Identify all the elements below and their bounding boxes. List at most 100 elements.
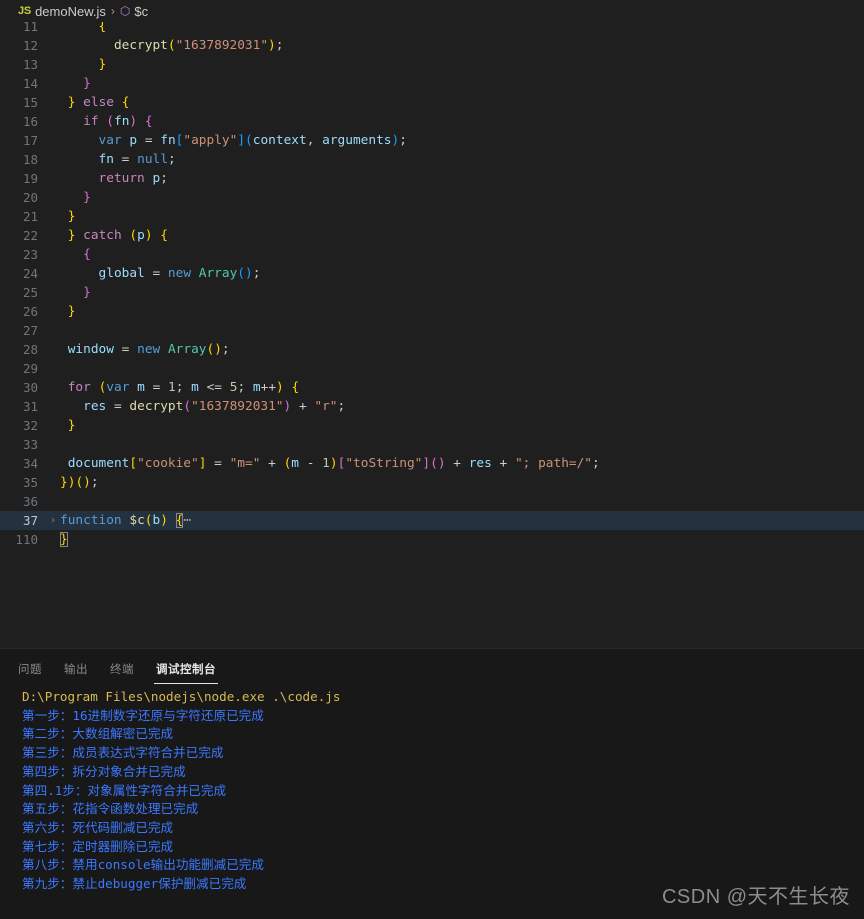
- line-content: {: [83, 247, 91, 262]
- breadcrumb-file-label: demoNew.js: [35, 3, 106, 19]
- chevron-right-icon: ›: [110, 4, 115, 18]
- line-number: 31: [22, 399, 38, 414]
- code-line[interactable]: 26 }: [0, 302, 864, 321]
- code-line[interactable]: 11 {: [0, 22, 864, 36]
- console-line: 第五步：花指令函数处理已完成: [22, 801, 199, 817]
- code-line[interactable]: 27: [0, 321, 864, 340]
- line-number: 36: [22, 494, 38, 509]
- line-content: {: [98, 22, 107, 34]
- panel-tab-bar: 问题 输出 终端 调试控制台: [0, 649, 864, 684]
- line-number: 32: [22, 418, 38, 433]
- code-line[interactable]: 12 decrypt("1637892031");: [0, 36, 864, 55]
- line-number: 15: [22, 95, 38, 110]
- line-number: 12: [22, 38, 38, 53]
- folded-region-ellipsis[interactable]: ⋯: [183, 513, 191, 528]
- line-number: 18: [22, 152, 38, 167]
- console-line: 第八步：禁用console输出功能删减已完成: [22, 857, 264, 873]
- line-content: document["cookie"] = "m=" + (m - 1)["toS…: [67, 456, 600, 471]
- line-content: return p;: [98, 171, 168, 186]
- code-editor[interactable]: 11 { 12 decrypt("1637892031"); 13 } 14 }…: [0, 22, 864, 648]
- code-line[interactable]: 13 }: [0, 55, 864, 74]
- line-number: 110: [15, 532, 38, 547]
- console-line: 第三步：成员表达式字符合并已完成: [22, 745, 224, 761]
- code-line[interactable]: 18 fn = null;: [0, 150, 864, 169]
- line-content: if (fn) {: [83, 114, 153, 129]
- line-number: 29: [22, 361, 38, 376]
- code-line[interactable]: 14 }: [0, 74, 864, 93]
- line-number: 22: [22, 228, 38, 243]
- symbol-function-icon: ⬡: [119, 4, 131, 18]
- line-content: fn = null;: [98, 152, 176, 167]
- code-line[interactable]: 32 }: [0, 416, 864, 435]
- code-line[interactable]: 28 window = new Array();: [0, 340, 864, 359]
- line-number: 13: [22, 57, 38, 72]
- line-content: }: [67, 209, 76, 224]
- line-content: window = new Array();: [67, 342, 230, 357]
- line-content: for (var m = 1; m <= 5; m++) {: [67, 380, 300, 395]
- code-line[interactable]: 36: [0, 492, 864, 511]
- breadcrumb: JS demoNew.js › ⬡ $c: [0, 0, 864, 22]
- code-line[interactable]: 34 document["cookie"] = "m=" + (m - 1)["…: [0, 454, 864, 473]
- line-content: res = decrypt("1637892031") + "r";: [83, 399, 346, 414]
- breadcrumb-file[interactable]: JS demoNew.js: [18, 4, 106, 19]
- code-line[interactable]: 21 }: [0, 207, 864, 226]
- code-line[interactable]: 15 } else {: [0, 93, 864, 112]
- line-number: 33: [22, 437, 38, 452]
- console-line: 第六步：死代码删减已完成: [22, 819, 174, 835]
- code-line[interactable]: 25 }: [0, 283, 864, 302]
- line-number: 16: [22, 114, 38, 129]
- breadcrumb-symbol[interactable]: ⬡ $c: [120, 4, 148, 19]
- code-line[interactable]: 19 return p;: [0, 169, 864, 188]
- line-content: })();: [60, 475, 99, 490]
- tab-terminal[interactable]: 终端: [110, 661, 134, 684]
- line-content: }: [67, 418, 76, 433]
- code-line-active[interactable]: 37 › function $c(b) {⋯: [0, 511, 864, 530]
- line-content: }: [83, 190, 91, 205]
- line-number: 27: [22, 323, 38, 338]
- code-line[interactable]: 29: [0, 359, 864, 378]
- code-line[interactable]: 23 {: [0, 245, 864, 264]
- debug-console-output[interactable]: D:\Program Files\nodejs\node.exe .\code.…: [0, 684, 864, 894]
- line-content: }: [60, 532, 68, 547]
- line-number: 14: [22, 76, 38, 91]
- line-content: }: [83, 285, 91, 300]
- code-line[interactable]: 31 res = decrypt("1637892031") + "r";: [0, 397, 864, 416]
- line-content: } else {: [67, 95, 130, 110]
- code-line[interactable]: 33: [0, 435, 864, 454]
- line-number: 11: [22, 22, 38, 34]
- line-number: 20: [22, 190, 38, 205]
- line-number: 28: [22, 342, 38, 357]
- line-number: 35: [22, 475, 38, 490]
- console-line: 第七步：定时器删除已完成: [22, 838, 174, 854]
- watermark: CSDN @天不生长夜: [661, 886, 850, 908]
- console-line: 第二步：大数组解密已完成: [22, 726, 174, 742]
- line-number: 37: [22, 513, 38, 528]
- code-line[interactable]: 20 }: [0, 188, 864, 207]
- code-line[interactable]: 35 })();: [0, 473, 864, 492]
- line-content: var p = fn["apply"](context, arguments);: [98, 133, 407, 148]
- line-number: 34: [22, 456, 38, 471]
- line-number: 21: [22, 209, 38, 224]
- code-line[interactable]: 30 for (var m = 1; m <= 5; m++) {: [0, 378, 864, 397]
- line-number: 26: [22, 304, 38, 319]
- console-line: 第四步：拆分对象合并已完成: [22, 763, 186, 779]
- console-line: 第四.1步：对象属性字符合并已完成: [22, 782, 227, 798]
- line-number: 25: [22, 285, 38, 300]
- code-line[interactable]: 17 var p = fn["apply"](context, argument…: [0, 131, 864, 150]
- line-content: }: [67, 304, 76, 319]
- code-line[interactable]: 22 } catch (p) {: [0, 226, 864, 245]
- code-line[interactable]: 16 if (fn) {: [0, 112, 864, 131]
- code-lines: 11 { 12 decrypt("1637892031"); 13 } 14 }…: [0, 22, 864, 549]
- line-content: }: [98, 57, 107, 72]
- fold-chevron-icon[interactable]: ›: [46, 511, 60, 530]
- js-file-icon: JS: [18, 5, 32, 17]
- line-content: } catch (p) {: [67, 228, 168, 243]
- breadcrumb-symbol-label: $c: [134, 3, 149, 19]
- tab-problems[interactable]: 问题: [18, 661, 42, 684]
- tab-debug-console[interactable]: 调试控制台: [154, 661, 218, 684]
- tab-output[interactable]: 输出: [64, 661, 88, 684]
- line-number: 19: [22, 171, 38, 186]
- code-line[interactable]: 110 }: [0, 530, 864, 549]
- bottom-panel: 问题 输出 终端 调试控制台 D:\Program Files\nodejs\n…: [0, 648, 864, 919]
- code-line[interactable]: 24 global = new Array();: [0, 264, 864, 283]
